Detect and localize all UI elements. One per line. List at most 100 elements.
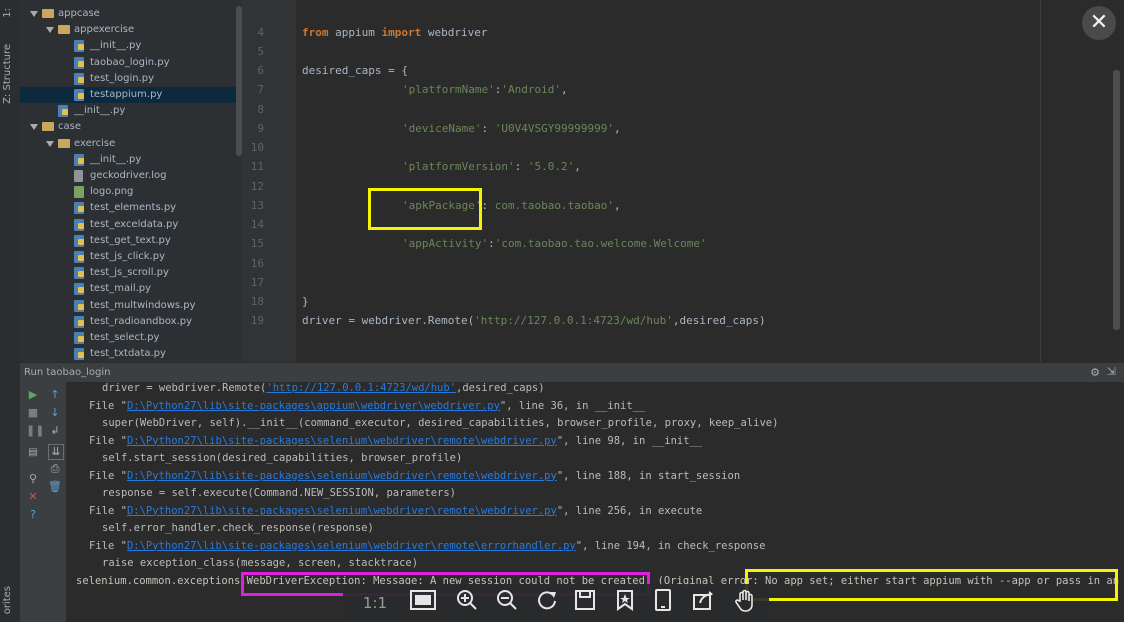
code-line[interactable]: driver = webdriver.Remote('http://127.0.…	[302, 314, 766, 327]
project-tree-item[interactable]: __init__.py	[20, 38, 236, 54]
project-tree-item[interactable]: test_exceldata.py	[20, 217, 236, 233]
expand-arrow-icon[interactable]	[46, 140, 54, 147]
project-tree-item[interactable]: test_get_text.py	[20, 233, 236, 249]
project-tree-item[interactable]: geckodriver.log	[20, 168, 236, 184]
code-line[interactable]: 'deviceName': 'U0V4VSGY99999999',	[402, 122, 621, 135]
project-tree-item[interactable]: exercise	[20, 136, 236, 152]
project-tree-item[interactable]: __init__.py	[20, 152, 236, 168]
favorites-tool-tab[interactable]: orites	[2, 586, 13, 614]
tree-item-label: test_js_click.py	[90, 251, 165, 262]
gear-icon[interactable]: ⚙	[1090, 366, 1100, 379]
project-tree-item[interactable]: appexercise	[20, 22, 236, 38]
folder-icon	[42, 122, 54, 132]
code-line[interactable]: 'appActivity':'com.taobao.tao.welcome.We…	[402, 237, 707, 250]
zoom-in-icon[interactable]	[453, 589, 481, 617]
code-line[interactable]: 'platformName':'Android',	[402, 83, 568, 96]
tree-item-label: logo.png	[90, 186, 134, 198]
project-tree-item[interactable]: test_mail.py	[20, 281, 236, 297]
file-link[interactable]: 'http://127.0.0.1:4723/wd/hub'	[266, 382, 456, 394]
file-link[interactable]: D:\Python27\lib\site-packages\selenium\w…	[127, 505, 557, 517]
scroll-down-icon[interactable]: ↓	[48, 406, 62, 420]
layout-icon[interactable]: ▤	[26, 446, 40, 460]
code-line[interactable]: 'platformVersion': '5.0.2',	[402, 160, 581, 173]
code-token: :	[514, 160, 528, 173]
project-tree-item[interactable]: __init__.py	[20, 103, 236, 119]
project-tool-tab[interactable]: 1:	[2, 8, 13, 18]
tree-item-label: test_get_text.py	[90, 234, 171, 246]
project-tree-item[interactable]: taobao_login.py	[20, 55, 236, 71]
line-number: 14	[250, 218, 264, 231]
tree-item-label: test_radioandbox.py	[90, 315, 193, 327]
project-tree-item[interactable]: case	[20, 119, 236, 135]
project-tree-item[interactable]: appcase	[20, 6, 236, 22]
project-tree-item[interactable]: test_multwindows.py	[20, 298, 236, 314]
help-icon[interactable]: ?	[26, 508, 40, 522]
expand-arrow-icon[interactable]	[30, 11, 38, 17]
code-line[interactable]: }	[302, 295, 309, 308]
soft-wrap-icon[interactable]: ↲	[48, 424, 62, 438]
project-tree-item[interactable]: test_js_scroll.py	[20, 265, 236, 281]
code-token: from	[302, 26, 329, 39]
zoom-out-icon[interactable]	[493, 589, 521, 617]
bookmark-icon[interactable]	[611, 589, 639, 617]
project-tree-item[interactable]: testappium.py	[20, 87, 236, 103]
expand-arrow-icon[interactable]	[46, 27, 54, 34]
file-link[interactable]: D:\Python27\lib\site-packages\selenium\w…	[127, 435, 557, 447]
fit-screen-icon[interactable]	[409, 589, 437, 617]
line-number: 8	[257, 103, 264, 116]
file-link[interactable]: D:\Python27\lib\site-packages\selenium\w…	[127, 470, 557, 482]
project-tree-item[interactable]: test_js_click.py	[20, 249, 236, 265]
code-token: appium	[328, 26, 382, 39]
project-tree-item[interactable]: test_txtdata.py	[20, 346, 236, 362]
line-number: 13	[250, 199, 264, 212]
code-token: ,	[613, 199, 621, 212]
tablet-icon[interactable]	[649, 589, 677, 617]
code-token: :	[481, 199, 495, 212]
project-tree-item[interactable]: test_radioandbox.py	[20, 314, 236, 330]
run-config-name[interactable]: taobao_login	[46, 367, 110, 378]
console-text: ", line 188, in start_session	[556, 469, 741, 482]
rerun-icon[interactable]: ▶	[26, 388, 40, 402]
minimize-icon[interactable]: ⇲	[1107, 365, 1116, 378]
line-number: 9	[257, 122, 264, 135]
project-tree-item[interactable]: test_select.py	[20, 330, 236, 346]
code-token: ,	[613, 122, 621, 135]
tree-item-label: test_multwindows.py	[90, 299, 196, 311]
file-link[interactable]: D:\Python27\lib\site-packages\selenium\w…	[127, 540, 576, 552]
project-tree-item[interactable]: test_login.py	[20, 71, 236, 87]
scroll-to-end-icon[interactable]: ⇊	[48, 444, 64, 460]
share-icon[interactable]	[689, 589, 717, 617]
apkpackage-highlight-box	[368, 188, 482, 230]
pin-icon[interactable]: ⚲	[26, 472, 40, 486]
python-file-icon	[74, 153, 84, 166]
trash-icon[interactable]: 🗑	[48, 480, 62, 494]
save-icon[interactable]	[571, 589, 599, 617]
rotate-icon[interactable]	[533, 589, 561, 617]
tree-item-label: __init__.py	[90, 153, 142, 165]
close-run-icon[interactable]: ✕	[26, 490, 40, 504]
console-text: ", line 256, in execute	[556, 504, 703, 517]
actual-size-button[interactable]: 1:1	[361, 589, 389, 617]
project-tree-item[interactable]: logo.png	[20, 184, 236, 200]
code-line[interactable]: from appium import webdriver	[302, 26, 487, 39]
tree-item-label: case	[58, 121, 81, 133]
expand-arrow-icon[interactable]	[30, 124, 38, 131]
code-token: '5.0.2'	[527, 160, 575, 173]
python-file-icon	[74, 299, 84, 312]
hand-icon[interactable]	[731, 589, 759, 617]
editor-scrollbar[interactable]	[1113, 70, 1120, 330]
stop-icon[interactable]: ■	[26, 406, 40, 420]
project-tree-item[interactable]: test_elements.py	[20, 200, 236, 216]
tree-item-label: test_mail.py	[90, 283, 152, 295]
python-file-icon	[58, 105, 68, 118]
pause-icon[interactable]: ❚❚	[26, 424, 44, 438]
traceback-line: self.start_session(desired_capabilities,…	[102, 452, 462, 464]
code-editor[interactable]: 4 5 6 7 8 9 10 11 12 13 14 15 16 17 18 19 from appium i…	[242, 0, 1124, 362]
print-icon[interactable]: ⎙	[48, 462, 62, 476]
structure-tool-tab[interactable]: Z: Structure	[2, 44, 13, 104]
file-link[interactable]: D:\Python27\lib\site-packages\appium\web…	[127, 400, 500, 412]
scroll-up-icon[interactable]: ↑	[48, 388, 62, 402]
python-file-icon	[74, 56, 84, 69]
close-viewer-button[interactable]: ✕	[1082, 6, 1116, 40]
code-line[interactable]: desired_caps = {	[302, 64, 408, 77]
